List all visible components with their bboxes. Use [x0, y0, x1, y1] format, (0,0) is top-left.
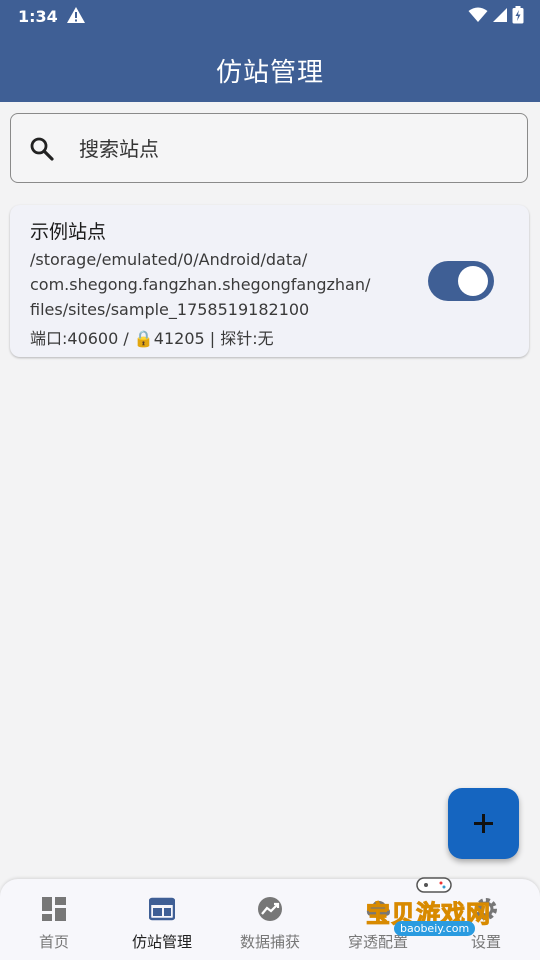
dashboard-icon [41, 896, 67, 922]
search-bar[interactable] [10, 113, 528, 183]
nav-item-data-capture[interactable]: 数据捕获 [216, 879, 324, 960]
site-path-line: /storage/emulated/0/Android/data/ [30, 250, 308, 269]
watermark-url: baobeiy.com [394, 921, 476, 936]
app-bar: 1:34 仿站管理 [0, 0, 540, 102]
search-input[interactable] [77, 132, 501, 166]
status-bar: 1:34 [0, 0, 540, 34]
nav-label: 首页 [38, 933, 69, 951]
site-enabled-toggle[interactable] [428, 261, 494, 301]
plus-icon [474, 814, 493, 833]
page-title: 仿站管理 [215, 58, 324, 88]
signal-icon [492, 7, 508, 27]
add-site-button[interactable] [448, 788, 519, 859]
warning-icon [66, 6, 86, 24]
status-icons [468, 6, 524, 28]
site-ports-info: 端口:40600 / 🔒41205 | 探针:无 [30, 329, 274, 348]
site-path: /storage/emulated/0/Android/data/ com.sh… [30, 247, 390, 322]
site-path-line: com.shegong.fangzhan.shegongfangzhan/ [30, 275, 371, 294]
status-time: 1:34 [18, 7, 58, 26]
nav-label: 仿站管理 [131, 933, 192, 951]
nav-label: 数据捕获 [239, 933, 300, 951]
site-card[interactable]: 示例站点 /storage/emulated/0/Android/data/ c… [10, 205, 529, 357]
watermark-logo: 宝贝游戏网 baobeiy.com [360, 876, 510, 946]
site-name: 示例站点 [30, 221, 107, 243]
trending-icon [257, 896, 283, 922]
toggle-knob [458, 266, 488, 296]
nav-item-home[interactable]: 首页 [0, 879, 108, 960]
web-icon [148, 896, 176, 922]
nav-item-site-management[interactable]: 仿站管理 [108, 879, 216, 960]
wifi-icon [468, 7, 488, 27]
search-icon [29, 136, 55, 162]
site-path-line: files/sites/sample_1758519182100 [30, 300, 310, 319]
battery-icon [512, 6, 524, 28]
